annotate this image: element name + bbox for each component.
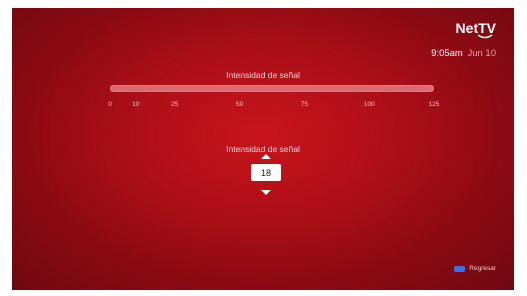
nettv-logo: Net TV: [455, 20, 496, 39]
signal-scale: 0 10 25 50 75 100 125: [12, 101, 514, 113]
blue-key-icon: [454, 265, 466, 272]
clock-date: Jun 10: [467, 48, 496, 59]
signal-stepper[interactable]: 18: [251, 154, 285, 195]
clock: 9:05am Jun 10: [431, 48, 496, 59]
scale-tick-10: 10: [132, 101, 140, 108]
stepper-up-arrow-icon[interactable]: [261, 154, 271, 159]
scale-tick-75: 75: [300, 101, 309, 108]
scale-tick-0: 0: [108, 101, 112, 108]
clock-time: 9:05am: [431, 48, 463, 59]
stepper-value[interactable]: 18: [251, 164, 281, 181]
scale-tick-25: 25: [171, 101, 179, 108]
scale-tick-100: 100: [363, 101, 375, 108]
back-button[interactable]: Regresar: [454, 265, 496, 272]
scale-tick-125: 125: [428, 101, 440, 108]
signal-meter-title: Intensidad de señal: [226, 70, 300, 80]
stepper-label: Intensidad de señal: [226, 144, 300, 154]
tv-screen: Net TV 9:05am Jun 10 Intensidad de señal …: [12, 8, 514, 290]
stepper-down-arrow-icon[interactable]: [261, 190, 271, 195]
scale-tick-50: 50: [235, 101, 244, 108]
back-label: Regresar: [469, 265, 496, 272]
signal-strength-bar: [110, 85, 434, 92]
logo-text: Net: [455, 20, 479, 36]
